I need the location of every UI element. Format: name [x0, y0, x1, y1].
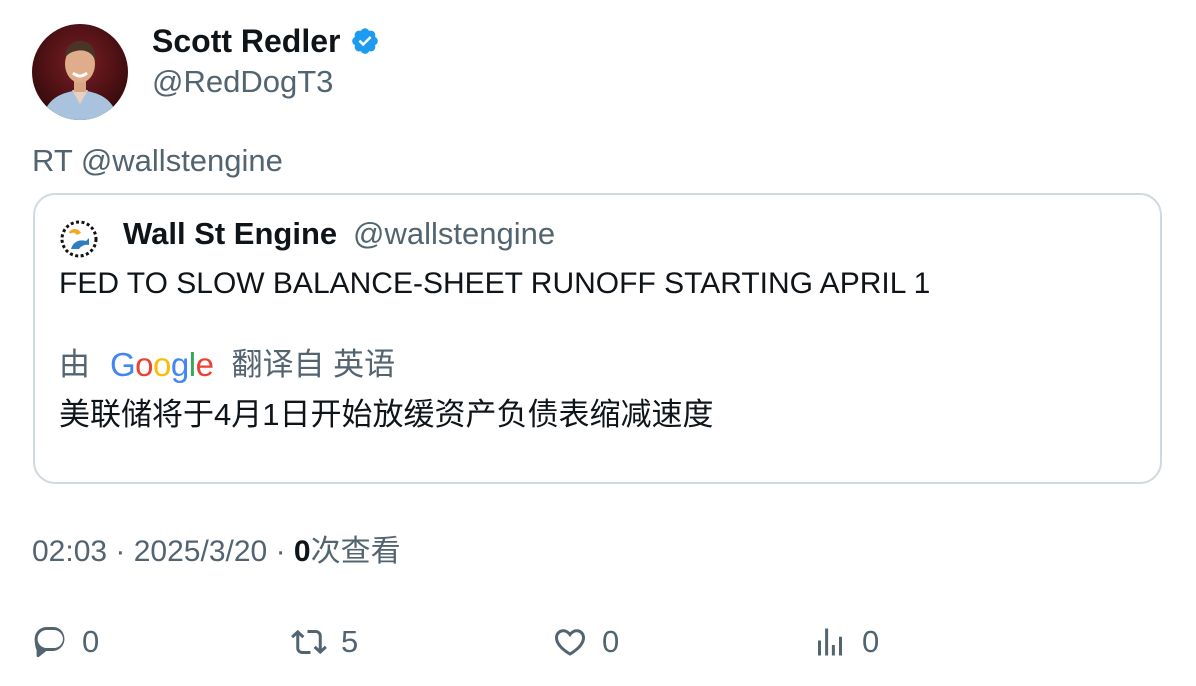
views-label: 次查看	[310, 535, 401, 568]
analytics-icon	[818, 628, 842, 656]
translation-attribution: 由 Google 翻译自 英语	[59, 347, 395, 383]
reply-count: 0	[82, 624, 100, 659]
author-name[interactable]: Scott Redler	[152, 22, 380, 60]
translation-suffix: 翻译自 英语	[231, 347, 396, 382]
like-count: 0	[602, 624, 620, 659]
like-button[interactable]: 0	[552, 618, 619, 666]
author-handle[interactable]: @RedDogT3	[152, 64, 333, 100]
author-name-text: Scott Redler	[152, 23, 341, 59]
quoted-author-avatar[interactable]	[59, 219, 99, 259]
meta-separator: ·	[275, 535, 294, 568]
translated-text: 美联储将于4月1日开始放缓资产负债表缩减速度	[59, 397, 714, 432]
views-action-count: 0	[862, 624, 880, 659]
retweet-count: 5	[341, 624, 359, 659]
translation-prefix: 由	[59, 347, 90, 382]
tweet-date[interactable]: 2025/3/20	[134, 535, 267, 568]
reply-icon	[34, 627, 65, 658]
quoted-tweet-card[interactable]: Wall St Engine @wallstengine FED TO SLOW…	[33, 193, 1162, 484]
retweet-button[interactable]: 5	[291, 618, 358, 666]
retweet-text: RT @wallstengine	[32, 143, 283, 178]
action-bar: 0 5 0 0	[0, 618, 1196, 666]
verified-badge-icon	[350, 26, 380, 56]
quoted-author-name[interactable]: Wall St Engine	[123, 216, 337, 252]
author-avatar[interactable]	[32, 24, 128, 120]
tweet-time[interactable]: 02:03	[32, 535, 107, 568]
views-count: 0	[293, 535, 311, 568]
retweet-icon	[291, 629, 327, 655]
tweet-meta: 02:03 · 2025/3/20 · 0次查看	[32, 534, 401, 570]
views-button[interactable]: 0	[812, 618, 879, 666]
quoted-tweet-text: FED TO SLOW BALANCE-SHEET RUNOFF STARTIN…	[59, 267, 931, 300]
reply-button[interactable]: 0	[32, 618, 99, 666]
quoted-author-handle[interactable]: @wallstengine	[353, 216, 555, 252]
google-logo: Google	[110, 346, 214, 383]
heart-icon	[554, 629, 586, 656]
meta-separator: ·	[115, 535, 134, 568]
